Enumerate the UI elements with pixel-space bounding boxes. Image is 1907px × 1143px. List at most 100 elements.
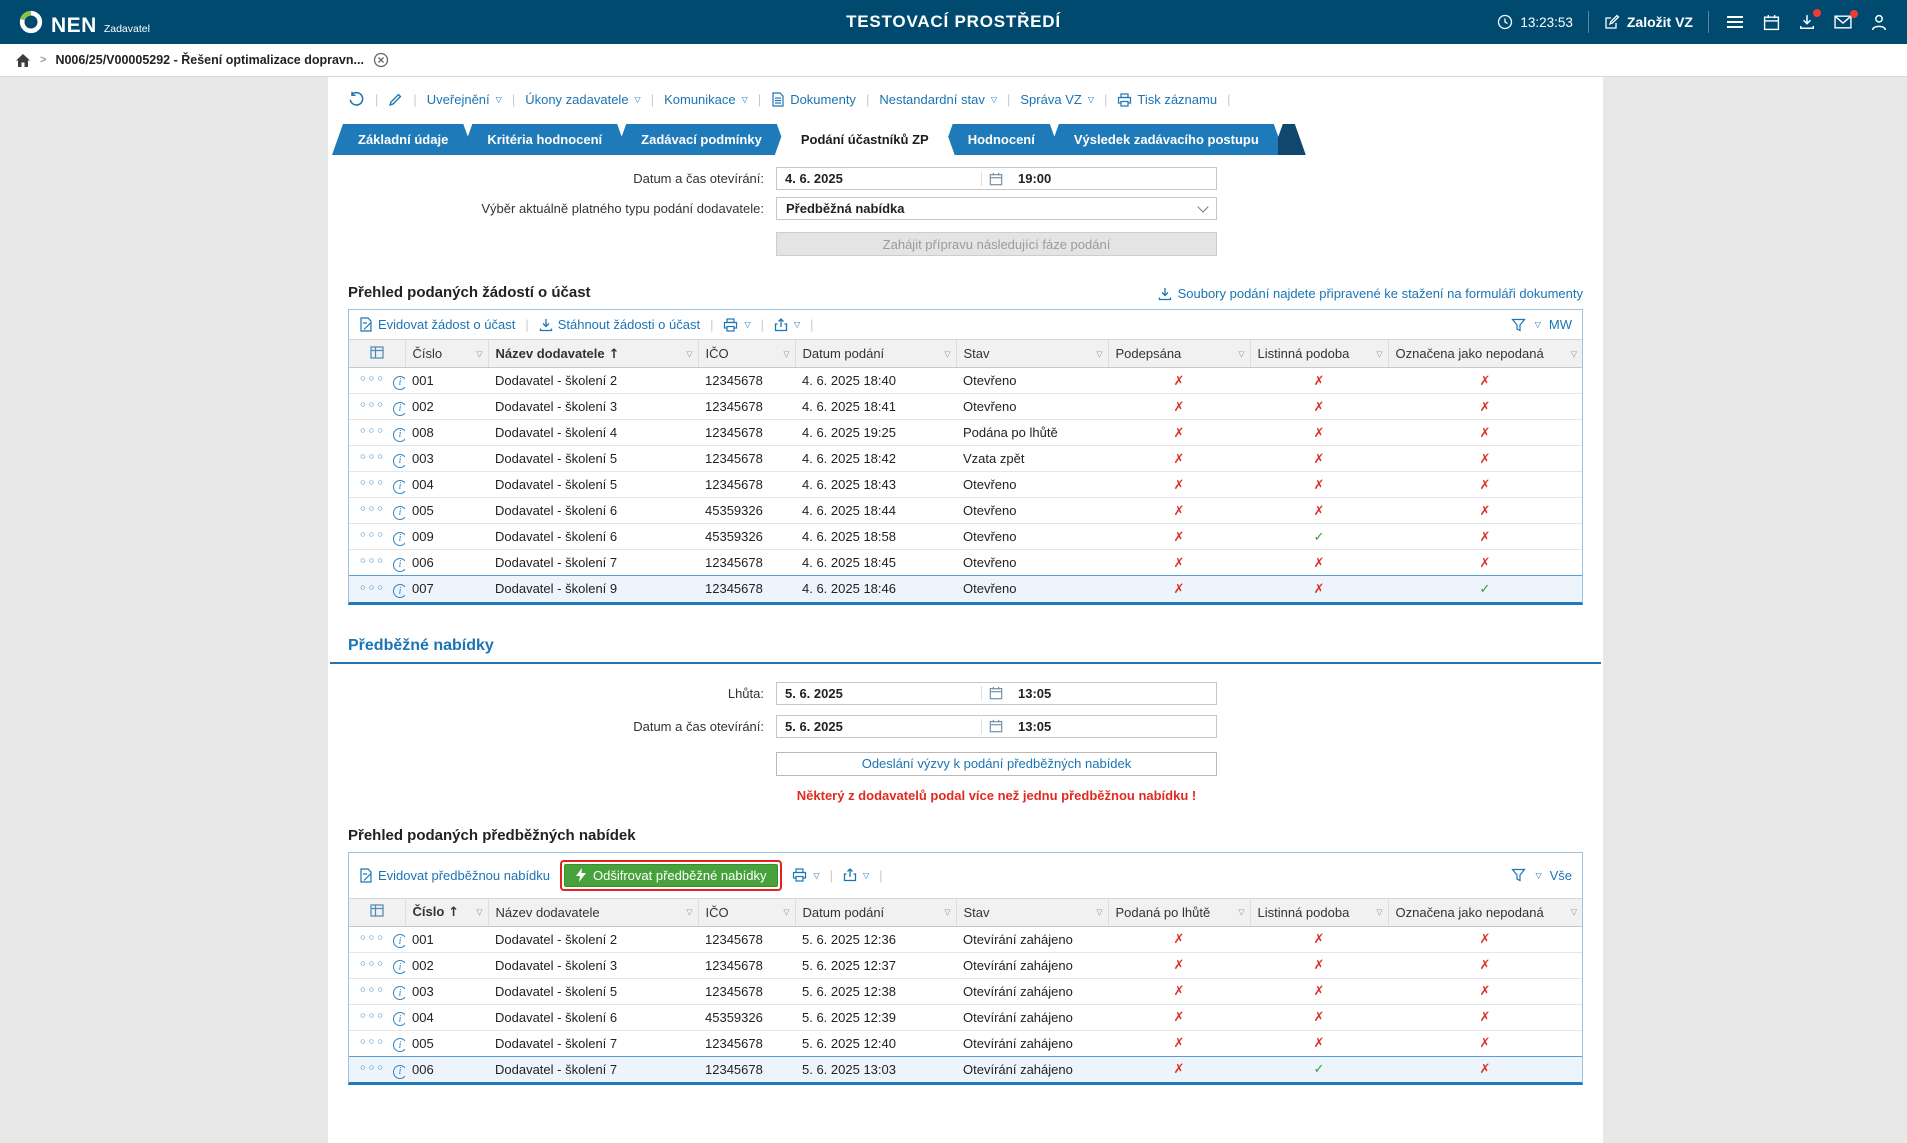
breadcrumb-item[interactable]: N006/25/V00005292 - Řešení optimalizace … — [55, 53, 363, 67]
column-header[interactable]: Číslo▽ — [405, 340, 488, 368]
table-row[interactable]: ◦◦◦i007Dodavatel - školení 9123456784. 6… — [349, 576, 1582, 602]
user-icon[interactable] — [1869, 12, 1889, 33]
row-info-icon[interactable]: i — [393, 376, 405, 390]
row-menu-icon[interactable]: ◦◦◦ — [359, 502, 385, 516]
tab-hodnoceni[interactable]: Hodnocení — [942, 124, 1061, 155]
history-icon[interactable] — [348, 91, 365, 108]
record-request-button[interactable]: Evidovat žádost o účast — [359, 317, 515, 332]
row-info-icon[interactable]: i — [393, 558, 405, 572]
home-icon[interactable] — [15, 53, 31, 68]
row-menu-icon[interactable]: ◦◦◦ — [359, 398, 385, 412]
row-menu-icon[interactable]: ◦◦◦ — [359, 1061, 385, 1075]
filter-caret-icon[interactable]: ▽ — [783, 908, 789, 917]
record-offer-button[interactable]: Evidovat předběžnou nabídku — [359, 868, 550, 883]
table-row[interactable]: ◦◦◦i008Dodavatel - školení 4123456784. 6… — [349, 420, 1582, 446]
row-menu-icon[interactable]: ◦◦◦ — [359, 1035, 385, 1049]
date-input[interactable]: 5. 6. 2025 — [777, 686, 982, 701]
column-header[interactable]: Datum podání▽ — [795, 898, 956, 926]
filter-caret-icon[interactable]: ▽ — [1376, 908, 1382, 917]
column-header[interactable]: Stav▽ — [956, 340, 1108, 368]
table-row[interactable]: ◦◦◦i006Dodavatel - školení 7123456784. 6… — [349, 550, 1582, 576]
send-call-button[interactable]: Odeslání výzvy k podání předběžných nabí… — [776, 752, 1217, 776]
chevron-down-icon[interactable]: ▽ — [1535, 871, 1541, 880]
nen-logo[interactable]: NEN Zadavatel — [18, 9, 150, 36]
column-header[interactable]: Datum podání▽ — [795, 340, 956, 368]
filter-caret-icon[interactable]: ▽ — [686, 908, 692, 917]
column-header[interactable]: Označena jako nepodaná▽ — [1388, 898, 1582, 926]
submission-files-link[interactable]: Soubory podání najdete připravené ke sta… — [1158, 286, 1583, 301]
export-button[interactable]: ▽ — [843, 868, 869, 882]
filter-icon[interactable] — [1511, 318, 1526, 332]
tab-zadavaci-podminky[interactable]: Zadávací podmínky — [615, 124, 788, 155]
table-row[interactable]: ◦◦◦i004Dodavatel - školení 5123456784. 6… — [349, 472, 1582, 498]
table-row[interactable]: ◦◦◦i005Dodavatel - školení 7123456785. 6… — [349, 1030, 1582, 1056]
row-info-icon[interactable]: i — [393, 1038, 405, 1052]
table-row[interactable]: ◦◦◦i001Dodavatel - školení 2123456784. 6… — [349, 368, 1582, 394]
table-row[interactable]: ◦◦◦i002Dodavatel - školení 3123456784. 6… — [349, 394, 1582, 420]
column-header[interactable]: Listinná podoba▽ — [1250, 340, 1388, 368]
table-row[interactable]: ◦◦◦i009Dodavatel - školení 6453593264. 6… — [349, 524, 1582, 550]
menu-sprava-vz[interactable]: Správa VZ▽ — [1020, 92, 1094, 107]
table-settings-icon[interactable] — [349, 340, 405, 368]
row-info-icon[interactable]: i — [393, 532, 405, 546]
edit-icon[interactable] — [388, 92, 403, 107]
filter-caret-icon[interactable]: ▽ — [1238, 908, 1244, 917]
filter-caret-icon[interactable]: ▽ — [944, 908, 950, 917]
column-header[interactable]: Název dodavatele↑▽ — [488, 340, 698, 368]
column-header[interactable]: Označena jako nepodaná▽ — [1388, 340, 1582, 368]
row-menu-icon[interactable]: ◦◦◦ — [359, 581, 385, 595]
row-menu-icon[interactable]: ◦◦◦ — [359, 424, 385, 438]
table-row[interactable]: ◦◦◦i005Dodavatel - školení 6453593264. 6… — [349, 498, 1582, 524]
time-input[interactable]: 13:05 — [1010, 719, 1216, 734]
row-menu-icon[interactable]: ◦◦◦ — [359, 554, 385, 568]
row-info-icon[interactable]: i — [393, 1012, 405, 1026]
column-header[interactable]: Podaná po lhůtě▽ — [1108, 898, 1250, 926]
messages-icon[interactable] — [1832, 13, 1854, 31]
row-info-icon[interactable]: i — [393, 402, 405, 416]
column-header[interactable]: Stav▽ — [956, 898, 1108, 926]
table-row[interactable]: ◦◦◦i002Dodavatel - školení 3123456785. 6… — [349, 952, 1582, 978]
row-info-icon[interactable]: i — [393, 960, 405, 974]
row-menu-icon[interactable]: ◦◦◦ — [359, 931, 385, 945]
filter-caret-icon[interactable]: ▽ — [686, 349, 692, 358]
calendar-picker-icon[interactable] — [982, 686, 1010, 700]
column-header[interactable]: IČO▽ — [698, 340, 795, 368]
print-button[interactable]: ▽ — [723, 318, 750, 332]
decrypt-offers-button[interactable]: Odšifrovat předběžné nabídky — [564, 864, 778, 887]
table-row[interactable]: ◦◦◦i003Dodavatel - školení 5123456785. 6… — [349, 978, 1582, 1004]
row-info-icon[interactable]: i — [393, 1065, 405, 1079]
export-button[interactable]: ▽ — [774, 318, 800, 332]
menu-tisk-zaznamu[interactable]: Tisk záznamu — [1117, 92, 1217, 107]
menu-komunikace[interactable]: Komunikace▽ — [664, 92, 748, 107]
calendar-picker-icon[interactable] — [982, 719, 1010, 733]
create-vz-button[interactable]: Založit VZ — [1604, 14, 1693, 30]
download-requests-button[interactable]: Stáhnout žádosti o účast — [539, 317, 700, 332]
row-menu-icon[interactable]: ◦◦◦ — [359, 450, 385, 464]
menu-icon[interactable] — [1724, 13, 1746, 31]
submission-type-select[interactable]: Předběžná nabídka — [776, 197, 1217, 220]
row-menu-icon[interactable]: ◦◦◦ — [359, 528, 385, 542]
menu-ukony-zadavatele[interactable]: Úkony zadavatele▽ — [525, 92, 641, 107]
print-button[interactable]: ▽ — [792, 868, 819, 882]
filter-caret-icon[interactable]: ▽ — [1571, 349, 1577, 358]
row-menu-icon[interactable]: ◦◦◦ — [359, 476, 385, 490]
row-menu-icon[interactable]: ◦◦◦ — [359, 1009, 385, 1023]
menu-uverejneni[interactable]: Uveřejnění▽ — [427, 92, 502, 107]
column-header[interactable]: Číslo↑▽ — [405, 898, 488, 926]
menu-nestandardni-stav[interactable]: Nestandardní stav▽ — [879, 92, 997, 107]
filter-caret-icon[interactable]: ▽ — [1096, 349, 1102, 358]
filter-caret-icon[interactable]: ▽ — [1096, 908, 1102, 917]
row-info-icon[interactable]: i — [393, 584, 405, 598]
filter-caret-icon[interactable]: ▽ — [783, 349, 789, 358]
view-name[interactable]: MW — [1549, 317, 1572, 332]
table-settings-icon[interactable] — [349, 898, 405, 926]
next-phase-button[interactable]: Zahájit přípravu následující fáze podání — [776, 232, 1217, 256]
tab-vysledek-zadavaciho-postupu[interactable]: Výsledek zadávacího postupu — [1048, 124, 1285, 155]
date-input[interactable]: 5. 6. 2025 — [777, 719, 982, 734]
row-info-icon[interactable]: i — [393, 506, 405, 520]
column-header[interactable]: Listinná podoba▽ — [1250, 898, 1388, 926]
row-menu-icon[interactable]: ◦◦◦ — [359, 372, 385, 386]
filter-caret-icon[interactable]: ▽ — [1376, 349, 1382, 358]
filter-caret-icon[interactable]: ▽ — [944, 349, 950, 358]
chevron-down-icon[interactable]: ▽ — [1535, 320, 1541, 329]
